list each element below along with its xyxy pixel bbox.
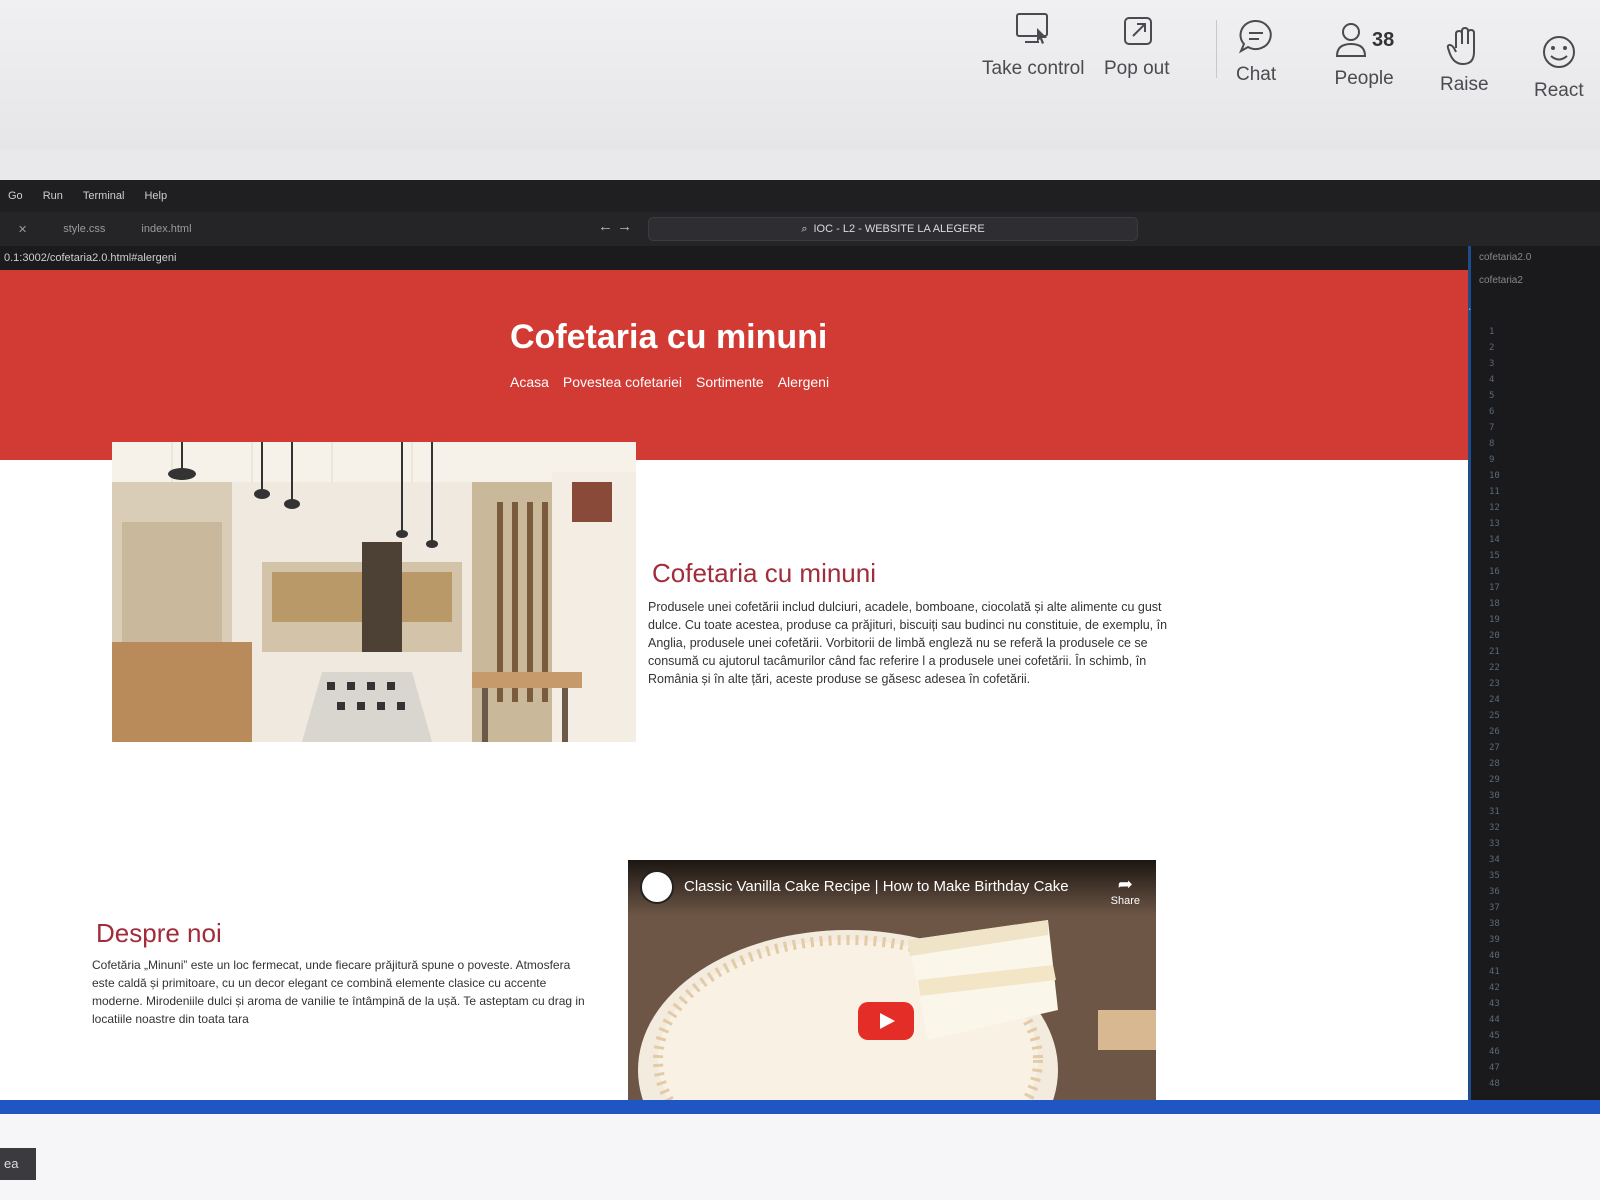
taskbar-accent-strip [0, 1100, 1600, 1114]
editor-panel: cofetaria2.0 cofetaria2 ◫ ⋯ 123456789101… [1445, 246, 1600, 1200]
menu-run[interactable]: Run [43, 190, 63, 202]
explorer-item[interactable]: cofetaria2.0 [1471, 246, 1600, 269]
take-control-button[interactable]: Take control [982, 8, 1084, 80]
chat-button[interactable]: Chat [1236, 14, 1276, 86]
tab-style-css[interactable]: style.css [45, 223, 123, 235]
website-preview: Cofetaria cu minuni Acasa Povestea cofet… [0, 270, 1468, 1130]
explorer-item[interactable]: cofetaria2 [1471, 269, 1600, 292]
pop-out-icon [1117, 8, 1157, 52]
video-title[interactable]: Classic Vanilla Cake Recipe | How to Mak… [684, 878, 1069, 895]
search-title: IOC - L2 - WEBSITE LA ALEGERE [813, 223, 985, 235]
raise-hand-icon [1446, 24, 1482, 68]
youtube-video-embed[interactable]: Classic Vanilla Cake Recipe | How to Mak… [628, 860, 1156, 1116]
preview-url: 0.1:3002/cofetaria2.0.html#alergeni [4, 252, 177, 264]
raise-label: Raise [1440, 74, 1489, 95]
nav-link-sortimente[interactable]: Sortimente [696, 374, 764, 390]
close-icon[interactable]: ✕ [0, 223, 45, 236]
about-paragraph: Cofetăria „Minuni” este un loc fermecat,… [92, 958, 585, 1026]
share-icon: ➦ [1117, 874, 1133, 894]
take-control-label: Take control [982, 58, 1085, 79]
people-button[interactable]: 38 People [1334, 18, 1394, 90]
vscode-menu-bar: Go Run Terminal Help [0, 180, 1600, 212]
menu-go[interactable]: Go [8, 190, 23, 202]
tab-index-html[interactable]: index.html [123, 223, 209, 235]
people-count: 38 [1372, 28, 1395, 51]
channel-logo[interactable] [640, 870, 674, 904]
share-label: Share [1110, 895, 1140, 907]
toolbar-divider [1216, 20, 1217, 78]
react-button[interactable]: React [1534, 30, 1584, 102]
pop-out-button[interactable]: Pop out [1104, 8, 1170, 80]
people-label: People [1334, 68, 1394, 89]
nav-arrows-icon[interactable]: ← → [598, 218, 632, 235]
bottom-area [0, 1114, 1600, 1200]
chat-label: Chat [1236, 64, 1277, 85]
site-title: Cofetaria cu minuni [510, 318, 828, 356]
site-nav: Acasa Povestea cofetariei Sortimente Ale… [510, 374, 829, 390]
corner-label: ea [0, 1148, 36, 1180]
vscode-tab-bar: ✕ style.css index.html ← → ⌕ IOC - L2 - … [0, 212, 1600, 246]
nav-link-alergeni[interactable]: Alergeni [778, 374, 829, 390]
site-header: Cofetaria cu minuni Acasa Povestea cofet… [0, 270, 1468, 460]
play-button-icon[interactable] [858, 1002, 914, 1040]
people-icon [1335, 23, 1367, 57]
intro-paragraph: Produsele unei cofetării includ dulciuri… [648, 600, 1168, 686]
people-icon-wrap: 38 [1334, 18, 1394, 62]
menu-terminal[interactable]: Terminal [83, 190, 125, 202]
meeting-toolbar: Take control Pop out Chat 38 People Rais… [0, 0, 1600, 150]
command-center-search[interactable]: ⌕ IOC - L2 - WEBSITE LA ALEGERE [648, 217, 1138, 241]
bakery-interior-image [112, 442, 636, 742]
raise-hand-button[interactable]: Raise [1440, 24, 1489, 96]
about-heading: Despre noi [96, 918, 222, 948]
react-label: React [1534, 80, 1584, 101]
preview-url-bar[interactable]: 0.1:3002/cofetaria2.0.html#alergeni [0, 246, 1470, 270]
search-icon: ⌕ [801, 222, 808, 235]
menu-help[interactable]: Help [144, 190, 167, 202]
pop-out-label: Pop out [1104, 58, 1170, 79]
line-numbers: 1 2 3 4 5 6 7 8 9 10 11 12 13 14 15 16 17 18 19 20 21 22 23 24 2… [1489, 327, 1500, 1089]
smiley-icon [1539, 30, 1579, 74]
take-control-icon [1013, 8, 1053, 52]
intro-heading: Cofetaria cu minuni [652, 558, 876, 588]
nav-link-povestea[interactable]: Povestea cofetariei [563, 374, 682, 390]
chat-icon [1236, 14, 1276, 58]
share-button[interactable]: ➦ Share [1111, 874, 1140, 907]
nav-link-acasa[interactable]: Acasa [510, 374, 549, 390]
